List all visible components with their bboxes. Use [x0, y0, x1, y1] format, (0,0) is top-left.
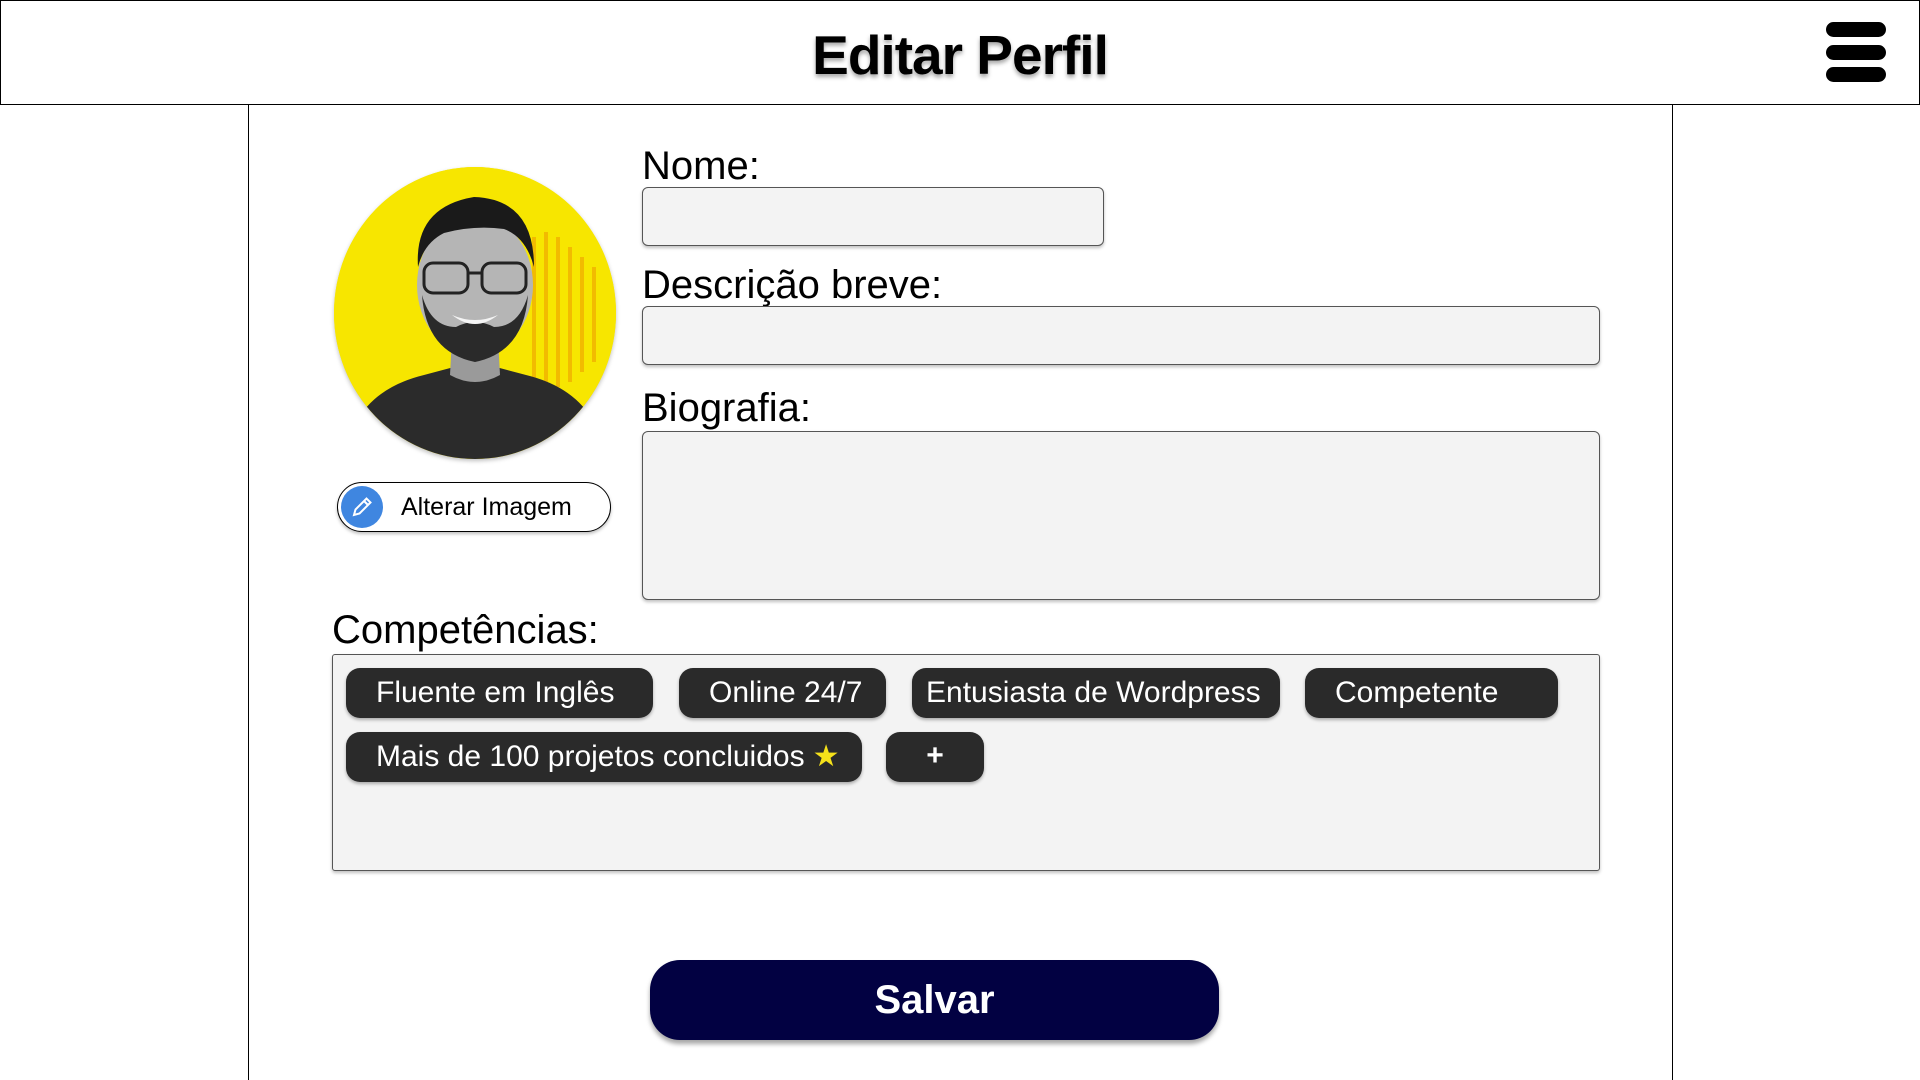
- menu-bar: [1826, 44, 1886, 60]
- skill-chip[interactable]: Mais de 100 projetos concluidos ★: [346, 732, 862, 782]
- name-label: Nome:: [642, 144, 760, 188]
- skill-chip-label: Mais de 100 projetos concluidos: [376, 740, 805, 773]
- name-field[interactable]: [642, 187, 1104, 246]
- menu-bar: [1826, 67, 1886, 82]
- profile-photo: [334, 167, 616, 459]
- skills-box: Fluente em Inglês Online 24/7 Entusiasta…: [332, 654, 1600, 871]
- skill-chip[interactable]: Entusiasta de Wordpress: [912, 668, 1280, 718]
- page-title: Editar Perfil: [812, 24, 1109, 86]
- pencil-icon: [341, 486, 383, 528]
- save-button[interactable]: Salvar: [650, 960, 1219, 1040]
- hamburger-menu-icon[interactable]: [1826, 22, 1886, 82]
- biography-field[interactable]: [642, 431, 1600, 600]
- skills-label: Competências:: [332, 608, 599, 652]
- short-description-label: Descrição breve:: [642, 263, 943, 307]
- star-icon: ★: [812, 740, 840, 773]
- add-skill-button[interactable]: +: [886, 732, 984, 782]
- avatar: [334, 167, 616, 459]
- top-header: Editar Perfil: [0, 0, 1920, 105]
- skill-chip[interactable]: Online 24/7: [679, 668, 886, 718]
- biography-label: Biografia:: [642, 386, 811, 430]
- short-description-field[interactable]: [642, 306, 1600, 365]
- menu-bar: [1826, 22, 1886, 37]
- change-image-button[interactable]: Alterar Imagem: [337, 482, 611, 532]
- skill-chip[interactable]: Competente: [1305, 668, 1558, 718]
- change-image-label: Alterar Imagem: [401, 493, 572, 521]
- skill-chip[interactable]: Fluente em Inglês: [346, 668, 653, 718]
